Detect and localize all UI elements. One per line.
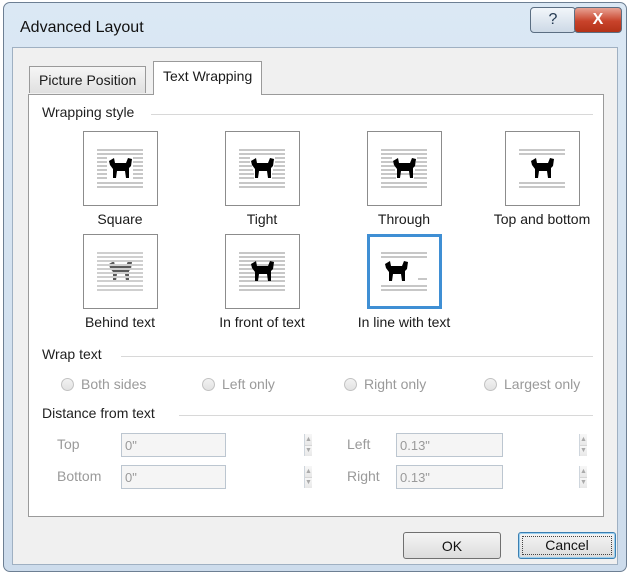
radio-left-only[interactable]: Left only: [202, 376, 275, 392]
decrement-arrow-icon[interactable]: ▼: [305, 476, 312, 488]
distance-top-input[interactable]: [122, 434, 304, 456]
question-mark-icon: ?: [548, 11, 558, 28]
text-wrapping-panel: Wrapping style Square Tight Through Top …: [28, 94, 604, 517]
radio-left-only-circle[interactable]: [202, 377, 215, 391]
wrap-top-bottom-icon[interactable]: [504, 131, 580, 206]
decrement-arrow-icon[interactable]: ▼: [580, 476, 587, 488]
distance-divider: [179, 415, 593, 416]
cancel-button[interactable]: Cancel: [518, 532, 616, 559]
wrap-option-in-line-with-text[interactable]: In line with text: [339, 234, 469, 330]
wrap-in-front-illustration: [239, 251, 285, 291]
distance-left-input[interactable]: [397, 434, 579, 456]
radio-left-only-label: Left only: [222, 376, 275, 392]
wrap-top-bottom-illustration: [519, 148, 565, 188]
wrapping-style-heading: Wrapping style: [42, 104, 141, 120]
ok-button[interactable]: OK: [403, 532, 501, 559]
wrap-text-heading: Wrap text: [42, 346, 108, 362]
radio-right-only-circle[interactable]: [344, 377, 357, 391]
distance-bottom-stepper[interactable]: ▲ ▼: [121, 465, 312, 489]
distance-right-label: Right: [347, 468, 380, 484]
distance-left-stepper[interactable]: ▲ ▼: [396, 433, 587, 457]
wrap-label-through: Through: [377, 211, 431, 227]
wrap-label-tight: Tight: [246, 211, 278, 227]
distance-top-spin: ▲ ▼: [304, 434, 312, 456]
tab-text-wrapping[interactable]: Text Wrapping: [153, 61, 263, 95]
wrap-through-icon[interactable]: [366, 131, 442, 206]
wrap-square-illustration: [97, 148, 143, 188]
wrap-option-behind-text[interactable]: Behind text: [55, 234, 185, 330]
radio-right-only[interactable]: Right only: [344, 376, 426, 392]
distance-heading: Distance from text: [42, 405, 161, 421]
distance-right-input[interactable]: [397, 466, 579, 488]
radio-largest-only-circle[interactable]: [484, 377, 497, 391]
distance-left-spin: ▲ ▼: [579, 434, 587, 456]
wrap-option-tight[interactable]: Tight: [197, 131, 327, 227]
radio-right-only-label: Right only: [364, 376, 427, 392]
close-icon: X: [592, 11, 604, 28]
increment-arrow-icon[interactable]: ▲: [580, 466, 587, 477]
cancel-button-label: Cancel: [522, 536, 612, 555]
distance-right-spin: ▲ ▼: [579, 466, 587, 488]
radio-largest-only-label: Largest only: [504, 376, 581, 392]
decrement-arrow-icon[interactable]: ▼: [305, 444, 312, 456]
wrap-label-top-and-bottom: Top and bottom: [493, 211, 591, 227]
distance-bottom-input[interactable]: [122, 466, 304, 488]
increment-arrow-icon[interactable]: ▲: [580, 434, 587, 445]
radio-largest-only[interactable]: Largest only: [484, 376, 580, 392]
wrap-in-front-icon[interactable]: [224, 234, 300, 309]
wrap-label-in-front-of-text: In front of text: [219, 314, 305, 330]
radio-both-sides[interactable]: Both sides: [61, 376, 146, 392]
dialog-title: Advanced Layout: [20, 19, 144, 36]
wrap-inline-icon[interactable]: [366, 234, 442, 309]
distance-left-label: Left: [347, 436, 371, 452]
distance-right-stepper[interactable]: ▲ ▼: [396, 465, 587, 489]
distance-bottom-spin: ▲ ▼: [304, 466, 312, 488]
radio-both-sides-label: Both sides: [81, 376, 147, 392]
advanced-layout-dialog: Advanced Layout ? X Picture Position Tex…: [3, 2, 627, 572]
help-button[interactable]: ?: [530, 7, 576, 33]
distance-top-label: Top: [57, 436, 80, 452]
wrap-tight-illustration: [239, 148, 285, 188]
close-button[interactable]: X: [574, 7, 622, 33]
wrap-behind-text-icon[interactable]: [82, 234, 158, 309]
wrap-option-through[interactable]: Through: [339, 131, 469, 227]
wrap-label-in-line-with-text: In line with text: [357, 314, 451, 330]
wrap-inline-illustration: [381, 251, 427, 291]
increment-arrow-icon[interactable]: ▲: [305, 434, 312, 445]
wrap-text-divider: [121, 356, 593, 357]
wrap-tight-icon[interactable]: [224, 131, 300, 206]
wrap-option-top-and-bottom[interactable]: Top and bottom: [477, 131, 607, 227]
distance-bottom-label: Bottom: [57, 468, 102, 484]
tab-picture-position[interactable]: Picture Position: [29, 66, 147, 93]
wrap-option-in-front-of-text[interactable]: In front of text: [197, 234, 327, 330]
title-bar[interactable]: Advanced Layout ? X: [4, 3, 626, 43]
wrap-square-icon[interactable]: [82, 131, 158, 206]
wrapping-style-divider: [151, 114, 593, 115]
decrement-arrow-icon[interactable]: ▼: [580, 444, 587, 456]
wrap-label-square: Square: [97, 211, 143, 227]
dialog-body: Picture Position Text Wrapping Wrapping …: [12, 47, 618, 565]
radio-both-sides-circle[interactable]: [61, 377, 74, 391]
distance-top-stepper[interactable]: ▲ ▼: [121, 433, 312, 457]
increment-arrow-icon[interactable]: ▲: [305, 466, 312, 477]
wrap-label-behind-text: Behind text: [84, 314, 156, 330]
wrap-option-square[interactable]: Square: [55, 131, 185, 227]
wrap-through-illustration: [381, 148, 427, 188]
wrap-behind-text-illustration: [97, 251, 143, 291]
